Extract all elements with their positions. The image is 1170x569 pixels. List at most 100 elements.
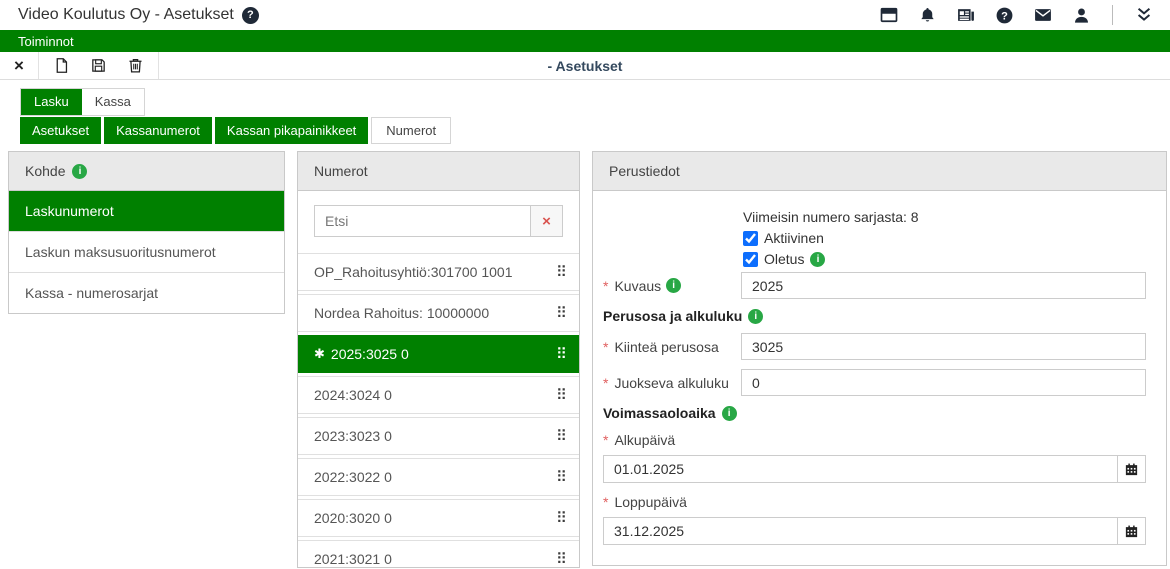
kohde-panel-header: Kohde i xyxy=(9,152,284,191)
toolbar: × - Asetukset xyxy=(0,52,1170,80)
oletus-label: Oletus xyxy=(764,251,804,267)
perustiedot-panel-title: Perustiedot xyxy=(609,163,680,179)
alkupaiva-label: * Alkupäivä xyxy=(603,432,1146,448)
alkupaiva-calendar-button[interactable] xyxy=(1118,455,1146,483)
kohde-item-maksusuoritusnumerot[interactable]: Laskun maksusuoritusnumerot xyxy=(9,232,284,273)
sub-tab-bar: Asetukset Kassanumerot Kassan pikapainik… xyxy=(20,117,1170,144)
drag-handle-icon[interactable]: ⠿ xyxy=(556,386,566,404)
last-number-text: Viimeisin numero sarjasta: 8 xyxy=(743,209,1146,225)
save-icon xyxy=(90,57,107,74)
juokseva-alkuluku-label: * Juokseva alkuluku xyxy=(603,375,741,391)
aktiivinen-label: Aktiivinen xyxy=(764,230,824,246)
menu-toiminnot[interactable]: Toiminnot xyxy=(18,34,74,49)
aktiivinen-row: Aktiivinen xyxy=(743,230,1146,246)
new-document-button[interactable] xyxy=(53,57,70,74)
subtab-numerot[interactable]: Numerot xyxy=(371,117,451,144)
calendar-icon xyxy=(1124,462,1139,477)
toolbar-subtitle: - Asetukset xyxy=(0,52,1170,79)
kiintea-perusosa-input[interactable] xyxy=(741,333,1146,360)
info-icon[interactable]: i xyxy=(722,406,737,421)
trash-icon xyxy=(127,57,144,74)
drag-handle-icon[interactable]: ⠿ xyxy=(556,263,566,281)
main-tab-bar: Lasku Kassa xyxy=(20,88,145,116)
drag-handle-icon[interactable]: ⠿ xyxy=(556,304,566,322)
search-input[interactable] xyxy=(314,205,531,237)
numerot-list-item[interactable]: 2024:3024 0 ⠿ xyxy=(298,376,579,414)
info-icon[interactable]: i xyxy=(72,164,87,179)
loppupaiva-calendar-button[interactable] xyxy=(1118,517,1146,545)
app-title: Video Koulutus Oy - Asetukset ? xyxy=(18,6,259,24)
numerot-list-item[interactable]: 2023:3023 0 ⠿ xyxy=(298,417,579,455)
alkupaiva-input[interactable] xyxy=(603,455,1118,483)
bell-icon[interactable] xyxy=(918,6,937,25)
new-document-icon xyxy=(53,57,70,74)
question-icon[interactable]: ? xyxy=(995,6,1014,25)
content-area: Kohde i Laskunumerot Laskun maksusuoritu… xyxy=(0,144,1170,568)
search-row: × xyxy=(298,191,579,253)
numerot-list-item[interactable]: Nordea Rahoitus: 10000000 ⠿ xyxy=(298,294,579,332)
numerot-list-item[interactable]: 2020:3020 0 ⠿ xyxy=(298,499,579,537)
menu-bar: Toiminnot xyxy=(0,30,1170,52)
voimassaoloaika-section-heading: Voimassaoloaika i xyxy=(603,405,1146,421)
oletus-checkbox[interactable] xyxy=(743,252,758,267)
numerot-list-item[interactable]: 2021:3021 0 ⠿ xyxy=(298,540,579,568)
required-marker: * xyxy=(603,494,608,510)
numerot-list-item-selected[interactable]: ✱ 2025:3025 0 ⠿ xyxy=(298,335,579,373)
required-marker: * xyxy=(603,375,608,391)
drag-handle-icon[interactable]: ⠿ xyxy=(556,550,566,568)
default-marker-icon: ✱ xyxy=(314,346,325,362)
alkupaiva-field xyxy=(603,455,1146,483)
kuvaus-label: * Kuvaus i xyxy=(603,278,741,294)
window-icon[interactable] xyxy=(879,5,899,25)
loppupaiva-field xyxy=(603,517,1146,545)
required-marker: * xyxy=(603,278,608,294)
numerot-list-item[interactable]: 2022:3022 0 ⠿ xyxy=(298,458,579,496)
tabs-area: Lasku Kassa xyxy=(20,88,1170,116)
newspaper-icon[interactable] xyxy=(956,5,976,25)
numerot-list-item[interactable]: OP_Rahoitusyhtiö:301700 1001 ⠿ xyxy=(298,253,579,291)
delete-button[interactable] xyxy=(127,57,144,74)
drag-handle-icon[interactable]: ⠿ xyxy=(556,345,566,363)
subtab-asetukset[interactable]: Asetukset xyxy=(20,117,101,144)
info-icon[interactable]: i xyxy=(666,278,681,293)
save-button[interactable] xyxy=(90,57,107,74)
info-icon[interactable]: i xyxy=(748,309,763,324)
user-icon[interactable] xyxy=(1072,6,1091,25)
clear-search-button[interactable]: × xyxy=(531,205,563,237)
mail-icon[interactable] xyxy=(1033,5,1053,25)
subtab-kassan-pikapainikkeet[interactable]: Kassan pikapainikkeet xyxy=(215,117,368,144)
drag-handle-icon[interactable]: ⠿ xyxy=(556,509,566,527)
juokseva-alkuluku-input[interactable] xyxy=(741,369,1146,396)
perustiedot-panel: Perustiedot Viimeisin numero sarjasta: 8… xyxy=(592,151,1167,566)
required-marker: * xyxy=(603,432,608,448)
kiintea-perusosa-label: * Kiinteä perusosa xyxy=(603,339,741,355)
kohde-panel: Kohde i Laskunumerot Laskun maksusuoritu… xyxy=(8,151,285,314)
perustiedot-panel-header: Perustiedot xyxy=(593,152,1166,191)
perusosa-section-heading: Perusosa ja alkuluku i xyxy=(603,308,1146,324)
required-marker: * xyxy=(603,339,608,355)
page-title: Video Koulutus Oy - Asetukset xyxy=(18,6,234,24)
numerot-panel-title: Numerot xyxy=(314,163,368,179)
kuvaus-input[interactable] xyxy=(741,272,1146,299)
drag-handle-icon[interactable]: ⠿ xyxy=(556,427,566,445)
aktiivinen-checkbox[interactable] xyxy=(743,231,758,246)
kohde-item-laskunumerot[interactable]: Laskunumerot xyxy=(9,191,284,232)
oletus-row: Oletus i xyxy=(743,251,1146,267)
loppupaiva-input[interactable] xyxy=(603,517,1118,545)
tab-kassa[interactable]: Kassa xyxy=(82,89,144,115)
subtab-kassanumerot[interactable]: Kassanumerot xyxy=(104,117,212,144)
drag-handle-icon[interactable]: ⠿ xyxy=(556,468,566,486)
info-icon[interactable]: i xyxy=(810,252,825,267)
svg-text:?: ? xyxy=(1001,10,1008,22)
numerot-panel-header: Numerot xyxy=(298,152,579,191)
collapse-chevron-icon[interactable] xyxy=(1134,5,1154,25)
close-button[interactable]: × xyxy=(14,57,24,74)
tab-lasku[interactable]: Lasku xyxy=(21,89,82,115)
close-icon: × xyxy=(14,57,24,74)
numerot-panel: Numerot × OP_Rahoitusyhtiö:301700 1001 ⠿… xyxy=(297,151,580,568)
calendar-icon xyxy=(1124,524,1139,539)
title-bar: Video Koulutus Oy - Asetukset ? ? xyxy=(0,0,1170,30)
kohde-panel-title: Kohde xyxy=(25,163,65,179)
kohde-item-kassa-numerosarjat[interactable]: Kassa - numerosarjat xyxy=(9,273,284,313)
help-icon[interactable]: ? xyxy=(242,7,259,24)
